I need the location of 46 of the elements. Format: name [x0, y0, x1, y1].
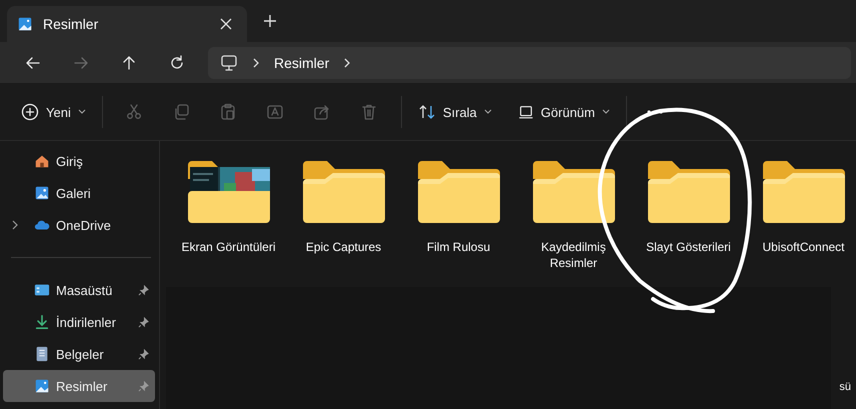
folder-name[interactable]: Ekran Görüntüleri — [174, 239, 282, 255]
caret-icon — [484, 109, 492, 115]
chevron-icon[interactable] — [12, 220, 18, 230]
text-fragment: sü — [839, 381, 851, 393]
more-icon[interactable] — [647, 110, 663, 114]
documents-icon — [34, 346, 50, 362]
pin-icon[interactable] — [138, 316, 149, 328]
folder-icon — [530, 159, 616, 225]
tab[interactable]: Resimler — [7, 6, 247, 42]
folder-name[interactable]: Kaydedilmiş Resimler — [520, 239, 628, 271]
folder-icon — [760, 159, 846, 225]
folder-name[interactable]: Slayt Gösterileri — [634, 239, 742, 255]
sidebar-item[interactable]: OneDrive — [3, 209, 155, 241]
path-segment[interactable]: Resimler — [274, 54, 330, 70]
monitor-icon — [220, 54, 238, 72]
caret-icon — [78, 109, 86, 115]
sidebar-item[interactable]: Belgeler — [3, 338, 155, 370]
download-icon — [34, 314, 50, 330]
home-icon — [34, 153, 50, 169]
sort-icon — [418, 103, 436, 121]
folder-name[interactable]: UbisoftConnect — [750, 239, 856, 255]
sidebar-item[interactable]: İndirilenler — [3, 306, 155, 338]
add-tab-icon[interactable] — [263, 14, 277, 28]
address-bar[interactable]: Resimler — [208, 46, 851, 78]
pictures-icon — [34, 378, 50, 394]
view-button[interactable]: Görünüm — [510, 96, 618, 128]
sidebar-item[interactable]: Galeri — [3, 177, 155, 209]
pin-icon[interactable] — [138, 348, 149, 360]
pin-icon[interactable] — [138, 284, 149, 296]
new-button[interactable]: Yeni — [13, 96, 94, 128]
plus-circle-icon — [21, 103, 39, 121]
folder-icon — [646, 159, 732, 225]
folder-name[interactable]: Film Rulosu — [404, 239, 512, 255]
sidebar-item[interactable]: Resimler — [3, 370, 155, 402]
folder-icon — [186, 159, 272, 225]
view-icon — [518, 104, 534, 120]
gallery-icon — [34, 185, 50, 201]
pictures-icon — [17, 16, 33, 32]
sidebar-item[interactable]: Giriş — [3, 145, 155, 177]
sidebar-item[interactable]: Masaüstü — [3, 274, 155, 306]
folder-name[interactable]: Epic Captures — [290, 239, 398, 255]
sort-button[interactable]: Sırala — [410, 96, 500, 128]
folder-icon — [416, 159, 502, 225]
caret-icon — [602, 109, 610, 115]
folder-icon — [300, 159, 386, 225]
desktop-icon — [34, 282, 50, 298]
